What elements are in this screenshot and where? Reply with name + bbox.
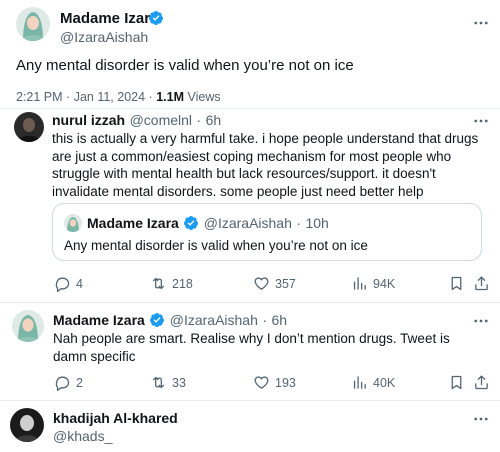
author-name[interactable]: khadijah Al-khared: [53, 410, 178, 426]
more-icon[interactable]: [472, 14, 490, 37]
author-name[interactable]: Madame Izara: [53, 312, 145, 328]
reply-age[interactable]: 6h: [271, 312, 287, 328]
like-button[interactable]: 357: [253, 275, 296, 292]
share-icon[interactable]: [473, 275, 490, 292]
author-handle: @IzaraAishah: [203, 215, 292, 231]
share-icon[interactable]: [473, 374, 490, 391]
reply-age[interactable]: 6h: [206, 112, 222, 128]
tweet-time[interactable]: 2:21 PM: [16, 90, 63, 104]
tweet-date[interactable]: Jan 11, 2024: [74, 90, 145, 104]
avatar[interactable]: [12, 310, 44, 342]
like-icon: [254, 376, 269, 389]
author-name: Madame Izara: [87, 215, 179, 231]
retweet-icon: [152, 277, 165, 290]
meta-separator: ·: [66, 90, 71, 104]
reply-button[interactable]: 4: [54, 275, 83, 292]
reply-icon: [55, 376, 70, 391]
author-handle[interactable]: @comelnl: [130, 112, 192, 128]
more-icon[interactable]: [472, 410, 490, 433]
author-handle[interactable]: @IzaraAishah: [60, 29, 148, 45]
reply-icon: [55, 277, 70, 292]
views-button[interactable]: 40K: [351, 374, 395, 391]
more-icon[interactable]: [472, 312, 490, 335]
like-icon: [254, 277, 269, 290]
avatar[interactable]: [16, 7, 50, 41]
views-count: 40K: [373, 375, 396, 390]
quote-age: 10h: [305, 215, 329, 231]
meta-separator: ·: [196, 112, 202, 128]
views-count: 94K: [373, 276, 396, 291]
like-count: 193: [275, 375, 296, 390]
reply-header: nurul izzah @comelnl · 6h: [52, 112, 221, 130]
views-icon: [353, 277, 366, 290]
views-count: 1.1M: [156, 90, 184, 104]
reply-count: 2: [76, 375, 83, 390]
author-name[interactable]: Madame Izara: [60, 10, 158, 27]
avatar[interactable]: [14, 112, 44, 142]
retweet-button[interactable]: 33: [150, 374, 186, 391]
quote-text: Any mental disorder is valid when you’re…: [64, 238, 368, 253]
tweet-meta: 2:21 PM · Jan 11, 2024 · 1.1M Views: [16, 90, 221, 104]
meta-separator: ·: [148, 90, 153, 104]
author-handle[interactable]: @IzaraAishah: [170, 312, 258, 328]
quoted-tweet[interactable]: Madame Izara @IzaraAishah · 10h Any ment…: [52, 203, 482, 261]
reply-text: Nah people are smart. Realise why I don’…: [53, 331, 450, 364]
quote-header: Madame Izara @IzaraAishah · 10h: [87, 215, 329, 236]
divider: [0, 302, 500, 303]
bookmark-icon[interactable]: [448, 374, 465, 391]
avatar[interactable]: [10, 408, 44, 442]
divider: [0, 400, 500, 401]
like-count: 357: [275, 276, 296, 291]
verified-icon: [148, 10, 164, 31]
reply-text: this is actually a very harmful take. i …: [52, 131, 479, 199]
views-button[interactable]: 94K: [351, 275, 395, 292]
retweet-count: 33: [172, 375, 186, 390]
avatar: [64, 214, 82, 232]
author-handle[interactable]: @khads_: [53, 428, 112, 444]
views-icon: [353, 376, 366, 389]
meta-separator: ·: [262, 312, 268, 328]
retweet-count: 218: [172, 276, 193, 291]
author-name[interactable]: nurul izzah: [52, 112, 125, 128]
reply-button[interactable]: 2: [54, 374, 83, 391]
reply-count: 4: [76, 276, 83, 291]
like-button[interactable]: 193: [253, 374, 296, 391]
bookmark-icon[interactable]: [448, 275, 465, 292]
views-label: Views: [187, 90, 221, 104]
verified-icon: [183, 215, 199, 236]
divider: [0, 108, 500, 109]
retweet-icon: [152, 376, 165, 389]
tweet-text: Any mental disorder is valid when you’re…: [16, 57, 354, 74]
meta-separator: ·: [296, 215, 302, 231]
retweet-button[interactable]: 218: [150, 275, 193, 292]
